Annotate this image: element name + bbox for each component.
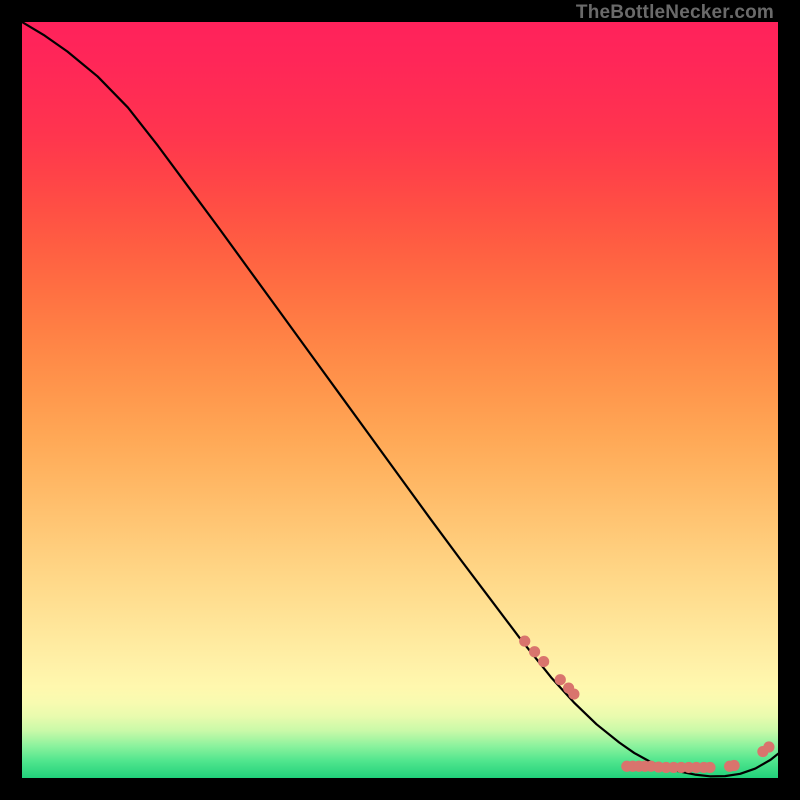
plot-area (22, 22, 778, 778)
marker-dot (529, 646, 540, 657)
marker-dot (538, 656, 549, 667)
marker-dot (555, 674, 566, 685)
data-markers (519, 636, 774, 773)
marker-dot (704, 762, 715, 773)
marker-dot (763, 741, 774, 752)
marker-dot (519, 636, 530, 647)
bottleneck-curve-path (22, 22, 778, 776)
curve-line (22, 22, 778, 776)
watermark-text: TheBottleNecker.com (576, 2, 774, 24)
chart-root: { "watermark": "TheBottleNecker.com", "c… (0, 0, 800, 800)
chart-overlay-svg (22, 22, 778, 778)
marker-dot (729, 760, 740, 771)
marker-dot (568, 688, 579, 699)
